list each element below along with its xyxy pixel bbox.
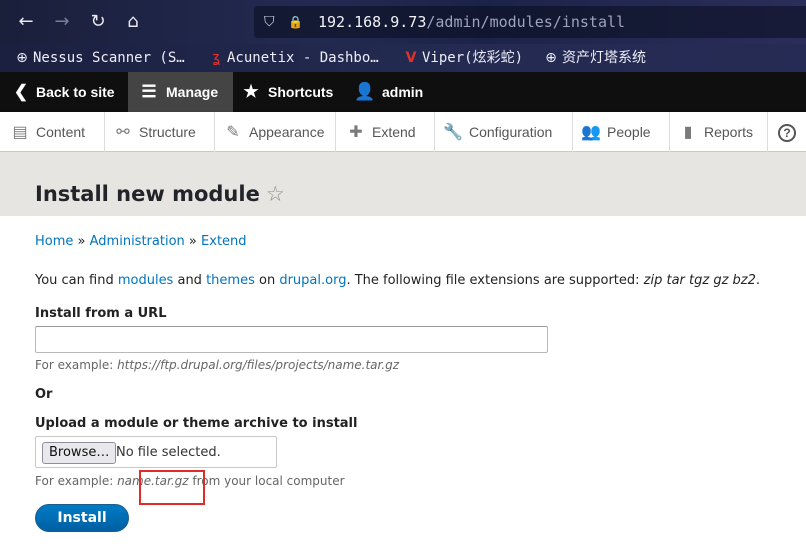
breadcrumb-home[interactable]: Home [35,234,73,249]
install-button[interactable]: Install [35,504,129,532]
user-label: admin [382,84,424,100]
reports-icon: ▮ [683,124,693,141]
structure-icon: ⚯ [116,124,130,141]
desc-prefix: For example: [35,474,118,488]
bookmarks-bar: ⊕ Nessus Scanner (S… ʓ Acunetix - Dashbo… … [0,44,806,72]
tray-item-reports[interactable]: ▮ Reports [670,112,768,152]
admin-tray: ▤ Content ⚯ Structure ✎ Appearance ✚ Extend … [0,112,806,152]
intro-part: . [755,273,761,288]
tray-label: Appearance [249,124,325,140]
back-circle-icon: ❮ [13,82,29,101]
tray-label: Extend [372,124,416,140]
install-url-input[interactable] [35,326,548,353]
tray-item-structure[interactable]: ⚯ Structure [105,112,215,152]
or-label: Or [35,387,53,402]
shortcuts-label: Shortcuts [268,84,334,100]
acunetix-icon: ʓ [211,50,221,66]
bookmark-label: Acunetix - Dashbo… [227,50,379,66]
tray-label: People [607,124,651,140]
intro-part: on [254,273,280,288]
star-outline-icon[interactable]: ☆ [266,182,285,206]
lock-icon[interactable]: 🔒 [288,12,303,32]
url-host: 192.168.9.73 [318,13,427,31]
supported-extensions: zip tar tgz gz bz2 [643,273,756,288]
browser-toolbar: ← → ↻ ⌂ ⛉ 🔒 192.168.9.73/admin/modules/i… [0,0,806,44]
breadcrumb-separator: » [77,234,86,249]
breadcrumb-separator: » [188,234,197,249]
star-icon: ★ [243,82,259,101]
bookmark-label: Nessus Scanner (S… [33,50,185,66]
shield-icon[interactable]: ⛉ [264,12,275,32]
bookmark-label: Viper(炫彩蛇) [422,50,524,66]
tray-item-help[interactable]: ? [768,112,806,152]
intro-part: You can find [35,273,118,288]
globe-icon: ⊕ [545,50,557,66]
themes-link[interactable]: themes [206,273,255,288]
bookmark-nessus[interactable]: ⊕ Nessus Scanner (S… [14,48,185,68]
file-upload-field[interactable]: Browse… No file selected. [35,436,277,468]
address-bar[interactable]: ⛉ 🔒 192.168.9.73/admin/modules/install [254,6,806,38]
tray-label: Configuration [469,124,553,140]
install-url-description: For example: https://ftp.drupal.org/file… [35,357,399,373]
url-example: https://ftp.drupal.org/files/projects/na… [117,358,400,372]
url-path: /admin/modules/install [426,13,626,31]
bookmark-asset-tower[interactable]: ⊕ 资产灯塔系统 [543,48,646,68]
page-header: Install new module ☆ [0,152,806,216]
browse-button[interactable]: Browse… [42,442,117,464]
back-to-site-label: Back to site [36,84,115,100]
red-highlight-box [139,470,205,505]
intro-part: and [173,273,207,288]
back-to-site-link[interactable]: ❮ Back to site [10,72,126,112]
globe-icon: ⊕ [16,50,28,66]
install-url-label: Install from a URL [35,306,167,321]
appearance-icon: ✎ [226,124,240,141]
back-arrow-icon[interactable]: ← [14,10,38,34]
forward-arrow-icon[interactable]: → [50,10,74,34]
modules-link[interactable]: modules [118,273,174,288]
breadcrumb: Home » Administration » Extend [35,233,247,251]
page-title-text: Install new module [35,182,260,206]
admin-toolbar: ❮ Back to site ☰ Manage ★ Shortcuts 👤 admin [0,72,806,112]
extend-icon: ✚ [349,124,363,141]
bookmark-viper[interactable]: V Viper(炫彩蛇) [403,48,523,68]
tray-item-configuration[interactable]: 🔧 Configuration [435,112,573,152]
shortcuts-tab[interactable]: ★ Shortcuts [240,72,340,112]
reload-icon[interactable]: ↻ [86,10,110,34]
tray-label: Structure [139,124,196,140]
bookmark-acunetix[interactable]: ʓ Acunetix - Dashbo… [208,48,379,68]
desc-prefix: For example: [35,358,118,372]
no-file-selected-text: No file selected. [116,445,221,460]
intro-text: You can find modules and themes on drupa… [35,272,760,290]
intro-part: . The following file extensions are supp… [346,273,644,288]
tray-item-extend[interactable]: ✚ Extend [336,112,435,152]
tray-item-content[interactable]: ▤ Content [0,112,105,152]
page-title: Install new module ☆ [35,180,285,208]
drupal-org-link[interactable]: drupal.org [279,273,346,288]
people-icon: 👥 [581,124,601,141]
wrench-icon: 🔧 [443,124,463,141]
user-icon: 👤 [354,82,376,101]
manage-tab[interactable]: ☰ Manage [128,72,233,112]
desc-suffix: from your local computer [188,474,345,488]
breadcrumb-extend[interactable]: Extend [201,234,247,249]
tray-item-people[interactable]: 👥 People [573,112,670,152]
bookmark-label: 资产灯塔系统 [562,50,646,66]
home-icon[interactable]: ⌂ [121,10,145,34]
user-tab[interactable]: 👤 admin [354,72,434,112]
breadcrumb-administration[interactable]: Administration [90,234,185,249]
tray-label: Reports [704,124,754,140]
url-text[interactable]: 192.168.9.73/admin/modules/install [318,12,625,32]
help-icon: ? [778,124,796,142]
viper-icon: V [405,50,417,66]
hamburger-icon: ☰ [141,82,157,101]
manage-label: Manage [166,84,219,100]
tray-item-appearance[interactable]: ✎ Appearance [215,112,336,152]
tray-label: Content [36,124,86,140]
upload-archive-label: Upload a module or theme archive to inst… [35,416,358,431]
content-icon: ▤ [12,124,28,141]
